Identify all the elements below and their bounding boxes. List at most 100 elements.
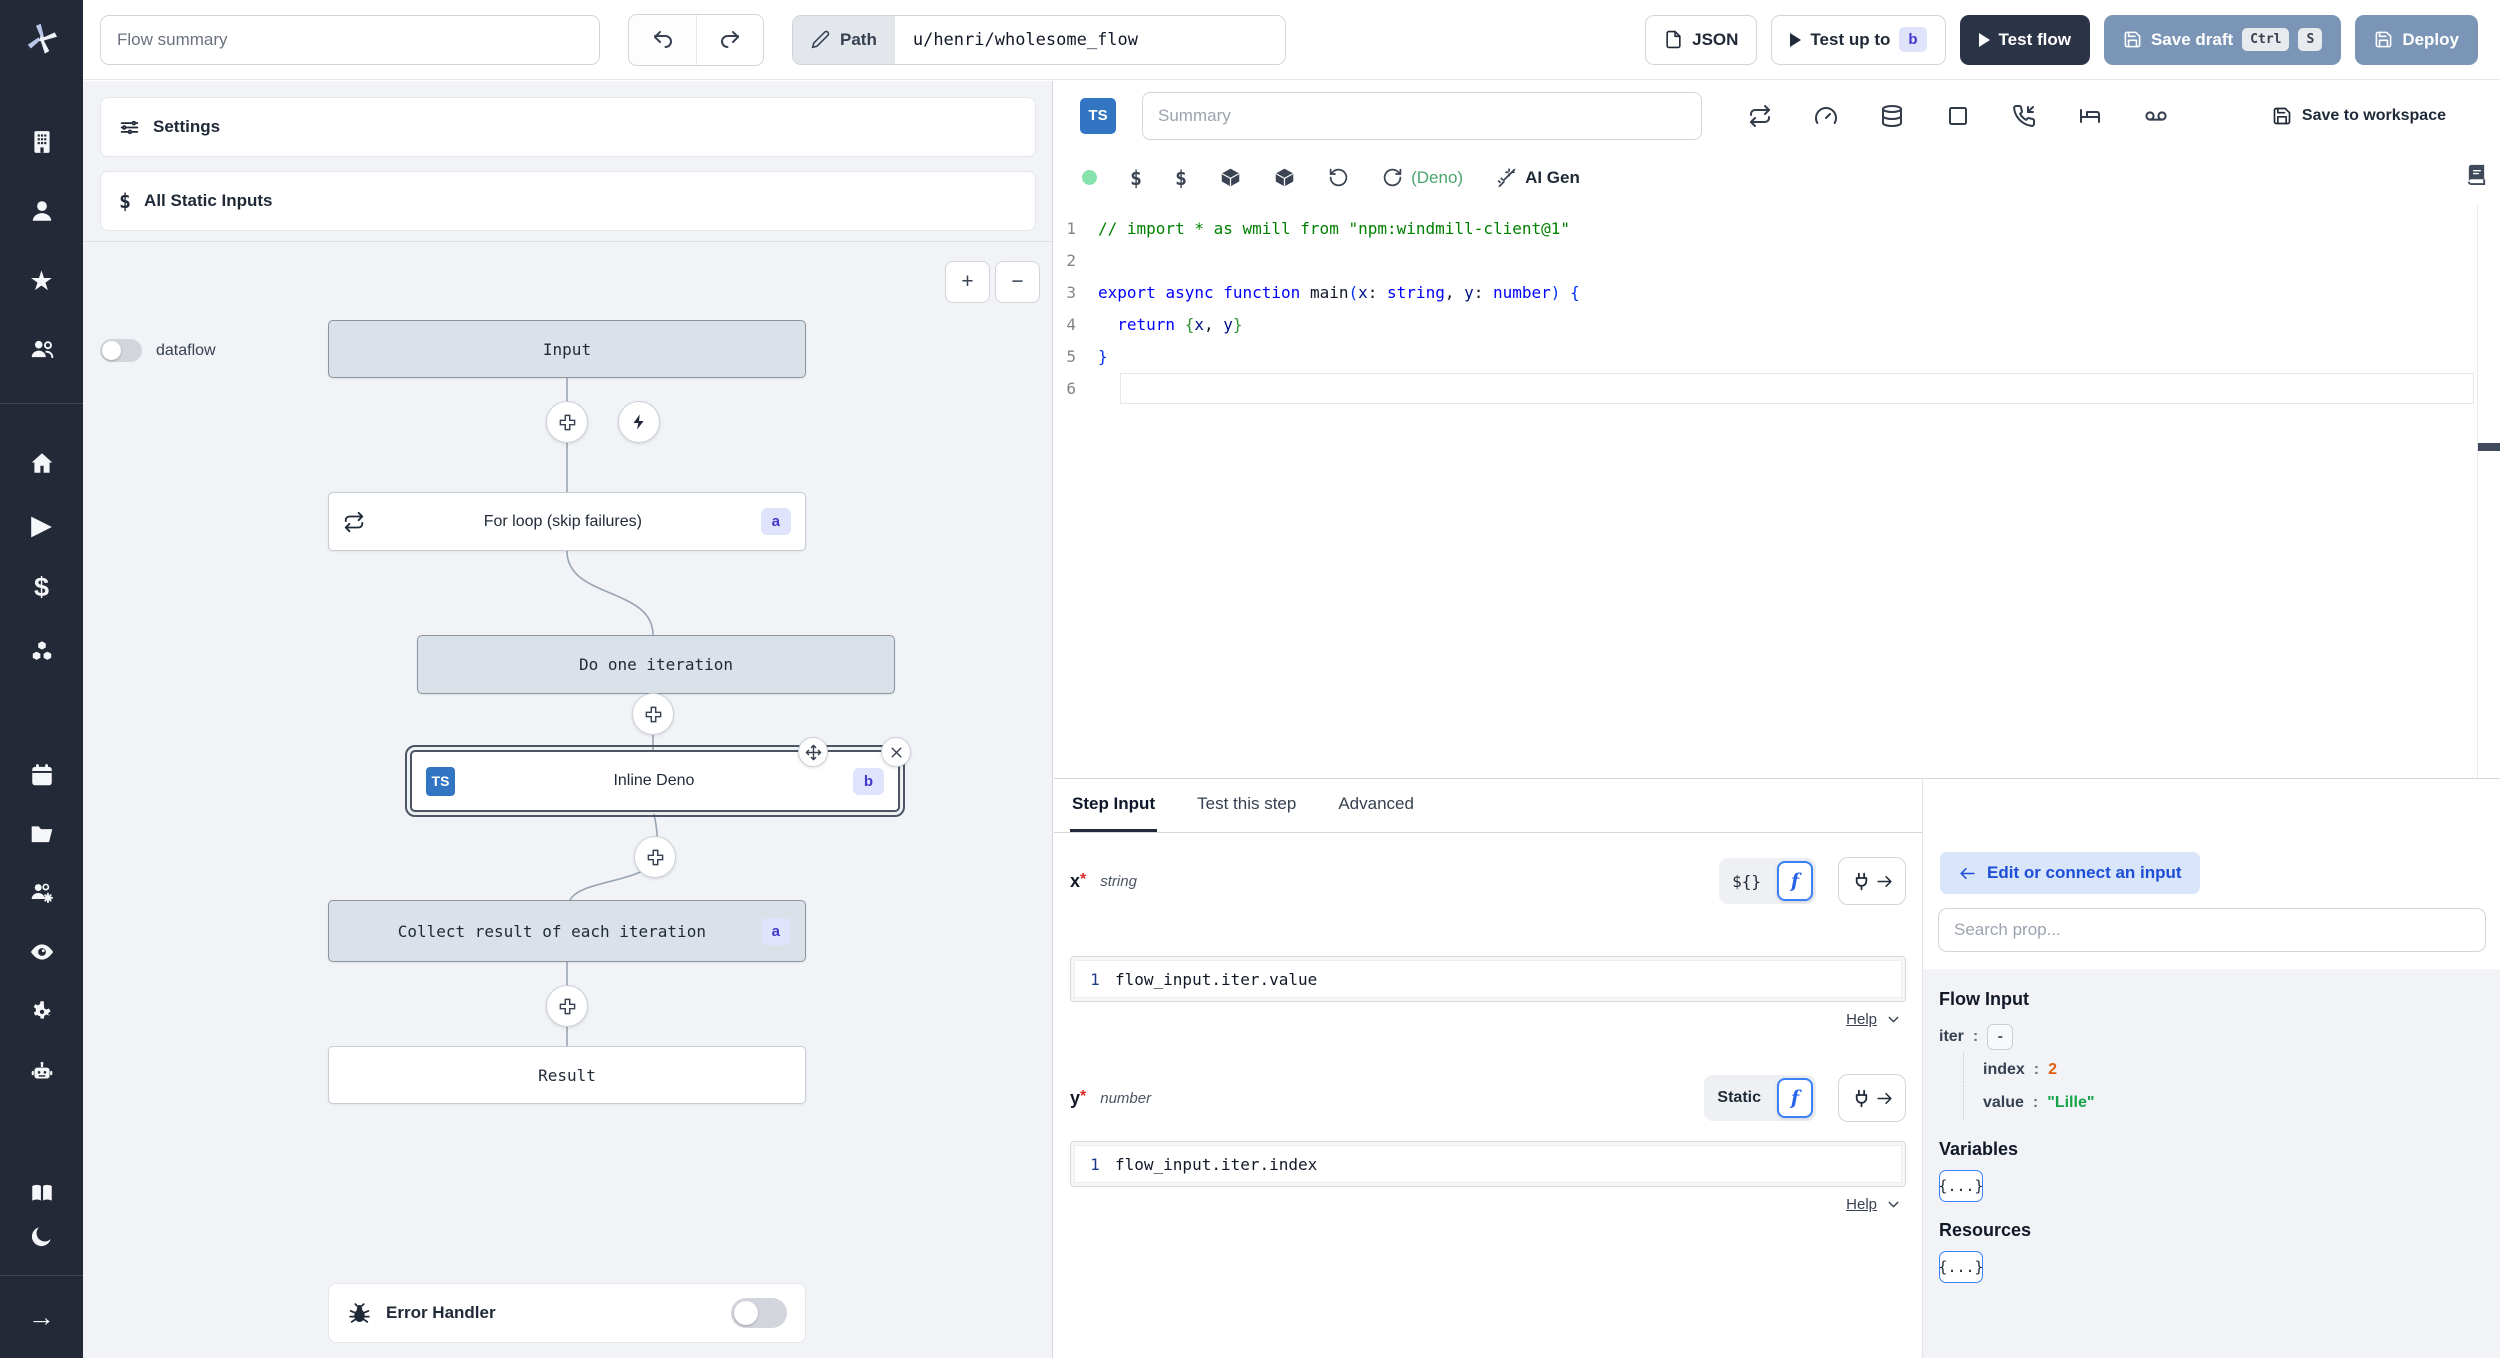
add-trigger-button[interactable]: [618, 401, 660, 443]
sidebar-item-variables[interactable]: $: [0, 570, 83, 604]
test-up-to-button[interactable]: Test up to b: [1771, 14, 1946, 65]
sidebar-item-docs[interactable]: [0, 1176, 83, 1210]
node-inline-deno-label: Inline Deno: [613, 772, 695, 789]
retries-button[interactable]: [1748, 104, 1772, 128]
deploy-button[interactable]: Deploy: [2355, 14, 2478, 65]
static-mode-option[interactable]: Static: [1708, 1089, 1770, 1107]
delete-node-button[interactable]: [881, 737, 911, 767]
javascript-mode-option[interactable]: f: [1777, 1078, 1813, 1118]
insert-step-button[interactable]: [634, 836, 676, 878]
reload-runtime-button[interactable]: (Deno): [1382, 167, 1463, 188]
sidebar-item-theme[interactable]: [0, 1219, 83, 1253]
insert-step-button[interactable]: [546, 985, 588, 1027]
flow-input-tree-row[interactable]: value: "Lille": [1939, 1086, 2484, 1119]
sidebar-item-settings[interactable]: [0, 994, 83, 1028]
editor-overview-ruler[interactable]: [2477, 205, 2500, 778]
early-stop-button[interactable]: [1814, 104, 1838, 128]
ai-gen-button[interactable]: AI Gen: [1496, 167, 1580, 188]
field-y-connect-button[interactable]: [1838, 1074, 1906, 1122]
windmill-logo-icon[interactable]: [0, 20, 83, 58]
zoom-out-button[interactable]: −: [995, 261, 1040, 303]
code-line[interactable]: 1// import * as wmill from "npm:windmill…: [1054, 213, 2500, 245]
tab-test-this-step[interactable]: Test this step: [1195, 779, 1298, 832]
cache-button[interactable]: [1880, 104, 1904, 128]
flow-input-tree-row[interactable]: index:2: [1939, 1053, 2484, 1086]
flow-path-chip[interactable]: Path u/henri/wholesome_flow: [792, 14, 1286, 65]
graph-node-result[interactable]: Result: [328, 1046, 806, 1104]
tab-advanced[interactable]: Advanced: [1336, 779, 1416, 832]
graph-node-for-loop[interactable]: For loop (skip failures) a: [328, 492, 806, 551]
suspend-button[interactable]: [2012, 104, 2036, 128]
package-button[interactable]: [1220, 167, 1241, 188]
graph-node-do-one-iteration[interactable]: Do one iteration: [417, 635, 895, 694]
template-mode-option[interactable]: ${}: [1723, 872, 1770, 891]
code-line[interactable]: 5}: [1054, 341, 2500, 373]
graph-node-collect-result[interactable]: Collect result of each iteration a: [328, 900, 806, 962]
move-node-button[interactable]: [798, 737, 828, 767]
test-flow-button[interactable]: Test flow: [1959, 14, 2090, 65]
code-line[interactable]: 3 export async function main(x: string, y…: [1054, 277, 2500, 309]
package-button[interactable]: [1274, 167, 1295, 188]
sidebar-item-home[interactable]: [0, 446, 83, 480]
tab-step-input[interactable]: Step Input: [1070, 779, 1158, 832]
resource-picker-button[interactable]: $: [1175, 166, 1187, 190]
dataflow-toggle[interactable]: [100, 339, 142, 362]
field-x-connect-button[interactable]: [1838, 857, 1906, 905]
edit-or-connect-button[interactable]: Edit or connect an input: [1940, 852, 2200, 894]
save-to-workspace-button[interactable]: Save to workspace: [2272, 106, 2446, 126]
zoom-in-button[interactable]: +: [945, 261, 990, 303]
sidebar-item-workspace[interactable]: [0, 125, 83, 159]
sleep-button[interactable]: [2078, 104, 2102, 128]
flow-input-tree-row[interactable]: iter: -: [1939, 1020, 2484, 1053]
sidebar-item-schedules[interactable]: [0, 758, 83, 792]
resources-expand-button[interactable]: {...}: [1938, 1251, 1984, 1283]
search-prop-input[interactable]: [1938, 908, 2486, 952]
graph-node-input[interactable]: Input: [328, 320, 806, 378]
reset-button[interactable]: [1328, 167, 1349, 188]
editor-docs-button[interactable]: [2465, 163, 2488, 189]
phone-incoming-icon: [2013, 104, 2036, 127]
lifetime-button[interactable]: [2144, 104, 2168, 128]
graph-node-inline-deno[interactable]: TS Inline Deno b: [405, 745, 905, 817]
flow-settings-button[interactable]: Settings: [100, 97, 1036, 157]
field-x-expression[interactable]: 1 flow_input.iter.value: [1070, 956, 1906, 1002]
javascript-mode-option[interactable]: f: [1777, 861, 1813, 901]
field-y-help[interactable]: Help: [1846, 1196, 1902, 1213]
error-handler-toggle[interactable]: [731, 1298, 787, 1328]
code-line[interactable]: 4 return {x, y}: [1054, 309, 2500, 341]
home-icon: [31, 453, 52, 473]
step-summary-input[interactable]: [1142, 91, 1702, 140]
sidebar-expand-button[interactable]: →: [0, 1300, 83, 1334]
code-line[interactable]: 2: [1054, 245, 2500, 277]
field-x-mode-toggle[interactable]: ${} f: [1719, 858, 1816, 904]
redo-button[interactable]: [696, 14, 763, 65]
sidebar-item-audit[interactable]: [0, 935, 83, 969]
sidebar-item-workers[interactable]: [0, 1055, 83, 1089]
field-y-mode-toggle[interactable]: Static f: [1704, 1075, 1816, 1121]
variables-expand-button[interactable]: {...}: [1938, 1170, 1984, 1202]
sidebar-item-user[interactable]: [0, 194, 83, 228]
code-line[interactable]: 6: [1054, 373, 2500, 405]
flow-input-tree: iter: - index:2 value: "Lille": [1939, 1020, 2484, 1119]
save-draft-label: Save draft: [2150, 29, 2234, 49]
path-value[interactable]: u/henri/wholesome_flow: [894, 15, 1285, 64]
all-static-inputs-button[interactable]: $ All Static Inputs: [100, 171, 1036, 231]
sidebar-item-runs[interactable]: ▶: [0, 508, 83, 542]
variable-picker-button[interactable]: $: [1130, 166, 1142, 190]
flow-summary-input[interactable]: [100, 14, 600, 65]
json-button[interactable]: JSON: [1645, 14, 1758, 65]
arrow-right-icon: [1876, 875, 1892, 887]
mock-button[interactable]: [1946, 104, 1970, 128]
undo-button[interactable]: [629, 14, 696, 65]
sidebar-item-resources[interactable]: [0, 634, 83, 668]
sidebar-item-folders[interactable]: [0, 817, 83, 851]
field-y-expression[interactable]: 1 flow_input.iter.index: [1070, 1141, 1906, 1187]
field-x-help[interactable]: Help: [1846, 1011, 1902, 1028]
sidebar-item-favorites[interactable]: ★: [0, 264, 83, 298]
sidebar-item-groups[interactable]: [0, 332, 83, 366]
insert-step-button[interactable]: [546, 401, 588, 443]
sidebar-item-groups-admin[interactable]: [0, 876, 83, 910]
save-draft-button[interactable]: Save draft Ctrl S: [2103, 14, 2342, 65]
insert-step-button[interactable]: [632, 693, 674, 735]
code-editor[interactable]: 1// import * as wmill from "npm:windmill…: [1054, 205, 2500, 778]
